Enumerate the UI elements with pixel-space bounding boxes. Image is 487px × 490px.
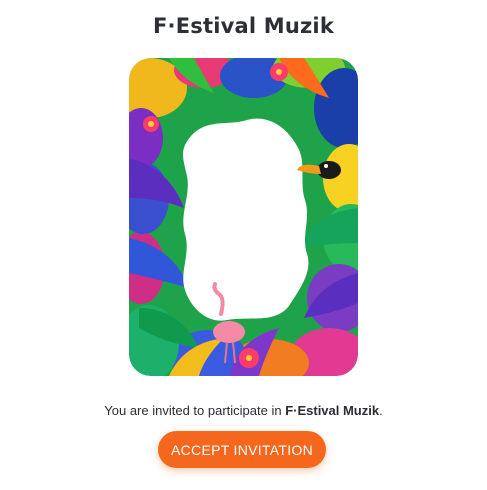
invitation-prefix: You are invited to participate in [104, 403, 286, 418]
invitation-message: You are invited to participate in F·Esti… [0, 403, 487, 418]
invitation-suffix: . [379, 403, 383, 418]
tropical-leaves-frame [129, 58, 358, 376]
accept-invitation-button[interactable]: ACCEPT INVITATION [158, 431, 326, 468]
invitation-artwork-card [129, 58, 358, 376]
event-title: F·Estival Muzik [152, 14, 334, 38]
invitation-blank-center [183, 118, 309, 321]
invitation-event-name: F·Estival Muzik [285, 403, 380, 418]
